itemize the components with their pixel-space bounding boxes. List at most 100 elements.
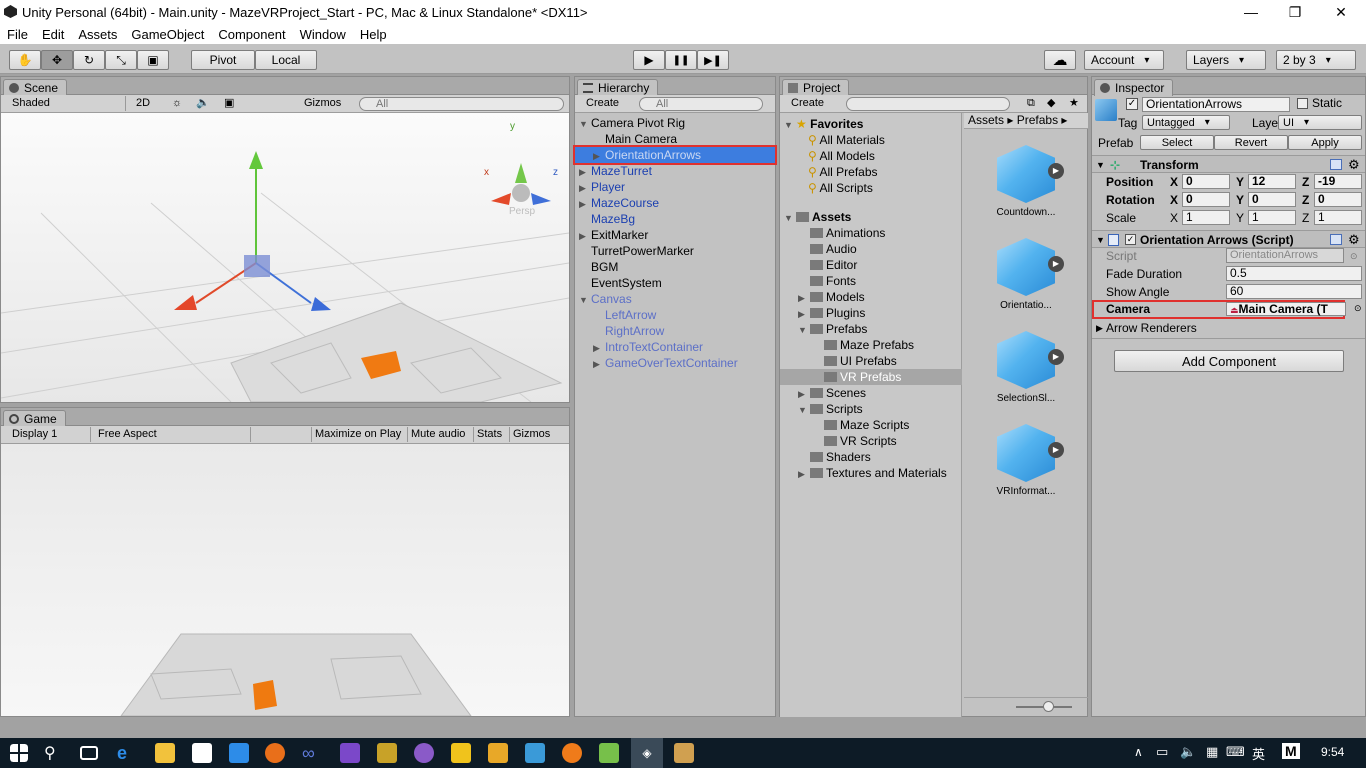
play-preview-icon[interactable]: ▶ bbox=[1048, 349, 1064, 365]
hierarchy-item[interactable]: ▶ Player bbox=[575, 179, 775, 195]
asset-thumbnail[interactable]: ▶ Orientatio... bbox=[964, 224, 1088, 314]
edge-icon[interactable]: e bbox=[117, 743, 137, 763]
2d-toggle[interactable]: 2D bbox=[133, 96, 153, 111]
firefox-icon[interactable] bbox=[265, 743, 285, 763]
project-folder-item[interactable]: VR Prefabs bbox=[780, 369, 962, 385]
active-checkbox[interactable]: ✓ bbox=[1126, 98, 1138, 110]
rotation-y-field[interactable]: 0 bbox=[1248, 192, 1296, 207]
volume-icon[interactable]: 🔈 bbox=[1180, 744, 1196, 760]
transform-header[interactable]: ▼ ⊹ Transform ⚙ bbox=[1092, 155, 1365, 173]
hierarchy-item[interactable]: RightArrow bbox=[575, 323, 775, 339]
menu-component[interactable]: Component bbox=[211, 27, 292, 42]
display-dropdown[interactable]: Display 1 bbox=[9, 427, 91, 442]
foldout-icon[interactable]: ▼ bbox=[798, 402, 810, 418]
scale-z-field[interactable]: 1 bbox=[1314, 210, 1362, 225]
project-folder-item[interactable]: ▶ Plugins bbox=[780, 305, 962, 321]
cloud-icon[interactable]: ☁ bbox=[1044, 50, 1076, 70]
game-viewport[interactable] bbox=[1, 444, 569, 716]
position-x-field[interactable]: 0 bbox=[1182, 174, 1230, 189]
pause-button[interactable]: ❚❚ bbox=[665, 50, 697, 70]
menu-gameobject[interactable]: GameObject bbox=[124, 27, 211, 42]
project-folder-item[interactable]: Maze Prefabs bbox=[780, 337, 962, 353]
ime-mode[interactable]: M bbox=[1282, 743, 1300, 759]
android-icon[interactable] bbox=[599, 743, 619, 763]
script-component-header[interactable]: ▼ ✓ Orientation Arrows (Script) ⚙ bbox=[1092, 230, 1365, 248]
favorite-star-icon[interactable]: ★ bbox=[1066, 96, 1082, 111]
project-folder-item[interactable]: Editor bbox=[780, 257, 962, 273]
menu-edit[interactable]: Edit bbox=[35, 27, 71, 42]
show-angle-field[interactable]: 60 bbox=[1226, 284, 1362, 299]
hierarchy-item[interactable]: Main Camera bbox=[575, 131, 775, 147]
lighting-toggle-icon[interactable]: ☼ bbox=[169, 96, 185, 111]
scene-search-input[interactable]: All bbox=[359, 97, 564, 111]
help-book-icon[interactable] bbox=[1330, 234, 1342, 245]
foldout-icon[interactable]: ▶ bbox=[579, 164, 591, 180]
script-enabled-checkbox[interactable]: ✓ bbox=[1125, 234, 1136, 245]
project-folder-item[interactable]: Animations bbox=[780, 225, 962, 241]
foldout-icon[interactable]: ▼ bbox=[579, 292, 591, 308]
hierarchy-item[interactable]: ▶ ExitMarker bbox=[575, 227, 775, 243]
scale-x-field[interactable]: 1 bbox=[1182, 210, 1230, 225]
hub-app-icon[interactable] bbox=[488, 743, 508, 763]
lol-icon[interactable] bbox=[377, 743, 397, 763]
hierarchy-item[interactable]: ▶ MazeTurret bbox=[575, 163, 775, 179]
hierarchy-item[interactable]: ▼ Canvas bbox=[575, 291, 775, 307]
foldout-icon[interactable]: ▶ bbox=[798, 290, 810, 306]
scene-viewport[interactable]: y x z Persp bbox=[1, 113, 569, 402]
system-tray-chevron-icon[interactable]: ∧ bbox=[1134, 745, 1143, 759]
hierarchy-item[interactable]: ▶ MazeCourse bbox=[575, 195, 775, 211]
notes-app-icon[interactable] bbox=[674, 743, 694, 763]
breadcrumb-prefabs[interactable]: Prefabs bbox=[1017, 113, 1058, 127]
play-preview-icon[interactable]: ▶ bbox=[1048, 442, 1064, 458]
project-folder-item[interactable]: Maze Scripts bbox=[780, 417, 962, 433]
hierarchy-tab[interactable]: Hierarchy bbox=[577, 79, 659, 96]
network-icon[interactable]: ▭ bbox=[1156, 744, 1168, 760]
project-folder-item[interactable]: ▼ Prefabs bbox=[780, 321, 962, 337]
input-method-icon[interactable]: ⌨ bbox=[1226, 744, 1245, 760]
rotation-z-field[interactable]: 0 bbox=[1314, 192, 1362, 207]
aspect-dropdown[interactable]: Free Aspect bbox=[95, 427, 251, 442]
clock[interactable]: 9:54 bbox=[1321, 745, 1344, 759]
rotation-x-field[interactable]: 0 bbox=[1182, 192, 1230, 207]
game-gizmos-dropdown[interactable]: Gizmos bbox=[509, 427, 553, 442]
notification-icon[interactable]: ▦ bbox=[1206, 744, 1218, 760]
project-folder-item[interactable]: Audio bbox=[780, 241, 962, 257]
project-create-dropdown[interactable]: Create bbox=[788, 96, 827, 111]
store-icon[interactable] bbox=[192, 743, 212, 763]
layers-dropdown[interactable]: Layers bbox=[1186, 50, 1266, 70]
pivot-toggle[interactable]: Pivot bbox=[191, 50, 255, 70]
game-tab[interactable]: Game bbox=[3, 410, 66, 427]
foldout-icon[interactable]: ▶ bbox=[798, 306, 810, 322]
hierarchy-search-input[interactable]: All bbox=[639, 97, 763, 111]
play-preview-icon[interactable]: ▶ bbox=[1048, 256, 1064, 272]
scale-y-field[interactable]: 1 bbox=[1248, 210, 1296, 225]
scene-tab[interactable]: Scene bbox=[3, 79, 68, 96]
calendar-app-icon[interactable] bbox=[525, 743, 545, 763]
foldout-icon[interactable]: ▶ bbox=[579, 196, 591, 212]
audio-toggle-icon[interactable]: 🔈 bbox=[193, 96, 213, 111]
gear-icon[interactable]: ⚙ bbox=[1348, 156, 1360, 174]
project-folder-item[interactable]: VR Scripts bbox=[780, 433, 962, 449]
hierarchy-item[interactable]: BGM bbox=[575, 259, 775, 275]
prefab-apply-button[interactable]: Apply bbox=[1288, 135, 1362, 150]
foldout-icon[interactable]: ▶ bbox=[593, 148, 605, 164]
menu-window[interactable]: Window bbox=[293, 27, 353, 42]
step-button[interactable]: ▶❚ bbox=[697, 50, 729, 70]
effects-toggle-icon[interactable]: ▣ bbox=[221, 96, 237, 111]
blender-icon[interactable] bbox=[562, 743, 582, 763]
ime-language[interactable]: 英 bbox=[1252, 744, 1265, 763]
project-folder-item[interactable]: Fonts bbox=[780, 273, 962, 289]
add-component-button[interactable]: Add Component bbox=[1114, 350, 1344, 372]
hierarchy-item[interactable]: MazeBg bbox=[575, 211, 775, 227]
rect-tool-icon[interactable]: ▣ bbox=[137, 50, 169, 70]
zoom-slider-thumb[interactable] bbox=[1043, 701, 1054, 712]
play-button[interactable]: ▶ bbox=[633, 50, 665, 70]
visual-studio-icon[interactable] bbox=[340, 743, 360, 763]
project-folder-item[interactable]: ▼ Scripts bbox=[780, 401, 962, 417]
object-picker-icon[interactable]: ⊙ bbox=[1354, 303, 1362, 314]
filter-type-icon[interactable]: ⧉ bbox=[1024, 96, 1038, 111]
task-view-icon[interactable] bbox=[80, 746, 98, 760]
foldout-icon[interactable]: ▼ bbox=[579, 116, 591, 132]
photoshop-app-icon[interactable] bbox=[229, 743, 249, 763]
hierarchy-item[interactable]: ▶ IntroTextContainer bbox=[575, 339, 775, 355]
